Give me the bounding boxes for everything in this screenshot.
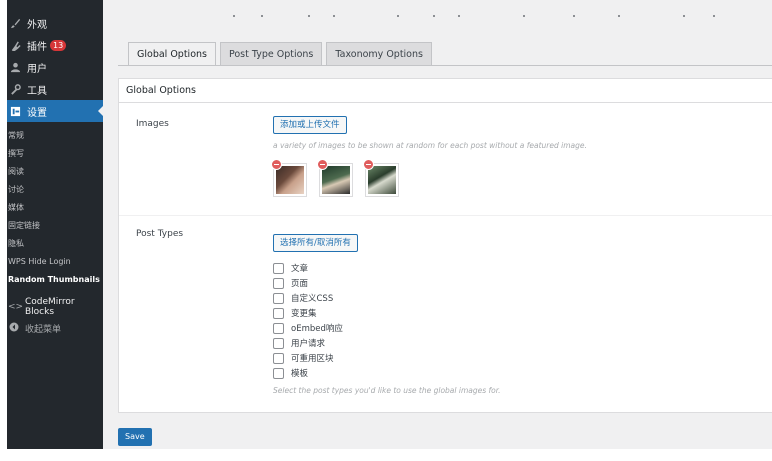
remove-image-icon[interactable] [317, 159, 328, 170]
post-type-label: 用户请求 [291, 339, 326, 349]
post-type-option: 文章 [273, 261, 308, 275]
post-type-option: oEmbed响应 [273, 321, 343, 335]
image-thumbnail-3[interactable] [363, 159, 399, 197]
tab-global-options[interactable]: Global Options [128, 42, 216, 66]
submenu-item-general[interactable]: 常规 [7, 127, 103, 145]
post-type-option: 模板 [273, 366, 308, 380]
sidebar-item-tools[interactable]: 工具 [7, 78, 103, 100]
field-divider [119, 215, 772, 216]
submenu-item-discussion[interactable]: 讨论 [7, 181, 103, 199]
tab-divider [118, 65, 772, 66]
post-types-label: Post Types [136, 229, 184, 239]
images-label: Images [136, 119, 169, 129]
remove-image-icon[interactable] [363, 159, 374, 170]
post-type-option: 可重用区块 [273, 351, 334, 365]
settings-submenu: 常规 撰写 阅读 讨论 媒体 固定链接 隐私 WPS Hide Login Ra… [7, 127, 103, 289]
post-types-description: Select the post types you'd like to use … [273, 386, 501, 395]
select-deselect-all-button[interactable]: 选择所有/取消所有 [273, 234, 358, 252]
post-type-checkbox[interactable] [273, 337, 284, 349]
post-type-option: 自定义CSS [273, 291, 333, 305]
add-upload-files-button[interactable]: 添加或上传文件 [273, 116, 347, 134]
sidebar-item-codemirror-blocks[interactable]: <> CodeMirror Blocks [7, 297, 103, 317]
thumbnail-image [322, 166, 350, 194]
sidebar-item-label: 收起菜单 [25, 324, 62, 335]
panel-title: Global Options [119, 79, 772, 103]
submenu-item-random-thumbnails[interactable]: Random Thumbnails [7, 271, 103, 289]
plugin-icon [9, 39, 21, 51]
wrench-icon [9, 83, 21, 95]
user-icon [9, 61, 21, 73]
post-type-label: 变更集 [291, 309, 317, 319]
thumbnail-image [368, 166, 396, 194]
post-type-option: 用户请求 [273, 336, 325, 350]
submenu-item-wps-hide-login[interactable]: WPS Hide Login [7, 253, 103, 271]
sidebar-item-plugins[interactable]: 插件 13 [7, 34, 103, 56]
update-count-badge: 13 [50, 39, 67, 51]
post-type-label: 页面 [291, 279, 309, 289]
save-button[interactable]: Save [118, 428, 152, 446]
page-bottom-edge [0, 449, 772, 461]
sidebar-item-label: 插件 [27, 41, 47, 53]
submenu-item-writing[interactable]: 撰写 [7, 145, 103, 163]
post-type-checkbox[interactable] [273, 277, 284, 289]
post-type-checkbox[interactable] [273, 352, 284, 364]
submenu-item-reading[interactable]: 阅读 [7, 163, 103, 181]
sidebar-item-label: 设置 [27, 107, 47, 119]
post-type-checkbox[interactable] [273, 322, 284, 334]
post-type-label: 模板 [291, 369, 309, 379]
top-notice-remnant [233, 15, 715, 17]
current-menu-arrow [98, 105, 103, 117]
submenu-item-permalinks[interactable]: 固定链接 [7, 217, 103, 235]
post-type-option: 页面 [273, 276, 308, 290]
post-type-label: 自定义CSS [291, 294, 334, 304]
tab-taxonomy-options[interactable]: Taxonomy Options [326, 42, 432, 66]
settings-icon [9, 105, 21, 117]
image-thumbnail-2[interactable] [317, 159, 353, 197]
sidebar-item-appearance[interactable]: 外观 [7, 12, 103, 34]
sidebar-item-label: 用户 [27, 63, 47, 75]
post-type-label: 可重用区块 [291, 354, 334, 364]
post-type-checkbox[interactable] [273, 367, 284, 379]
collapse-icon [8, 322, 20, 335]
post-type-checkbox[interactable] [273, 292, 284, 304]
options-tabs: Global Options Post Type Options Taxonom… [128, 42, 432, 66]
post-type-option: 变更集 [273, 306, 317, 320]
tab-post-type-options[interactable]: Post Type Options [219, 42, 323, 66]
post-type-checkbox[interactable] [273, 307, 284, 319]
thumbnail-image [276, 166, 304, 194]
global-options-panel: Global Options Images 添加或上传文件 a variety … [118, 78, 772, 413]
post-type-label: oEmbed响应 [291, 324, 343, 334]
code-icon: <> [8, 302, 24, 312]
sidebar-item-label: 外观 [27, 19, 47, 31]
submenu-item-privacy[interactable]: 隐私 [7, 235, 103, 253]
image-thumbnail-1[interactable] [271, 159, 307, 197]
sidebar-item-users[interactable]: 用户 [7, 56, 103, 78]
sidebar-item-settings[interactable]: 设置 [7, 100, 103, 122]
sidebar-item-label: 工具 [27, 85, 47, 97]
submenu-item-media[interactable]: 媒体 [7, 199, 103, 217]
post-type-checkbox[interactable] [273, 262, 284, 274]
post-type-label: 文章 [291, 264, 309, 274]
page-edge [0, 0, 7, 461]
remove-image-icon[interactable] [271, 159, 282, 170]
collapse-menu-button[interactable]: 收起菜单 [7, 318, 103, 338]
images-description: a variety of images to be shown at rando… [273, 141, 587, 150]
admin-sidebar: 外观 插件 13 用户 工具 设置 常规 撰写 阅读 讨论 媒体 固定链接 隐私… [7, 0, 103, 449]
sidebar-item-label: CodeMirror Blocks [25, 297, 75, 317]
paint-brush-icon [9, 17, 21, 29]
